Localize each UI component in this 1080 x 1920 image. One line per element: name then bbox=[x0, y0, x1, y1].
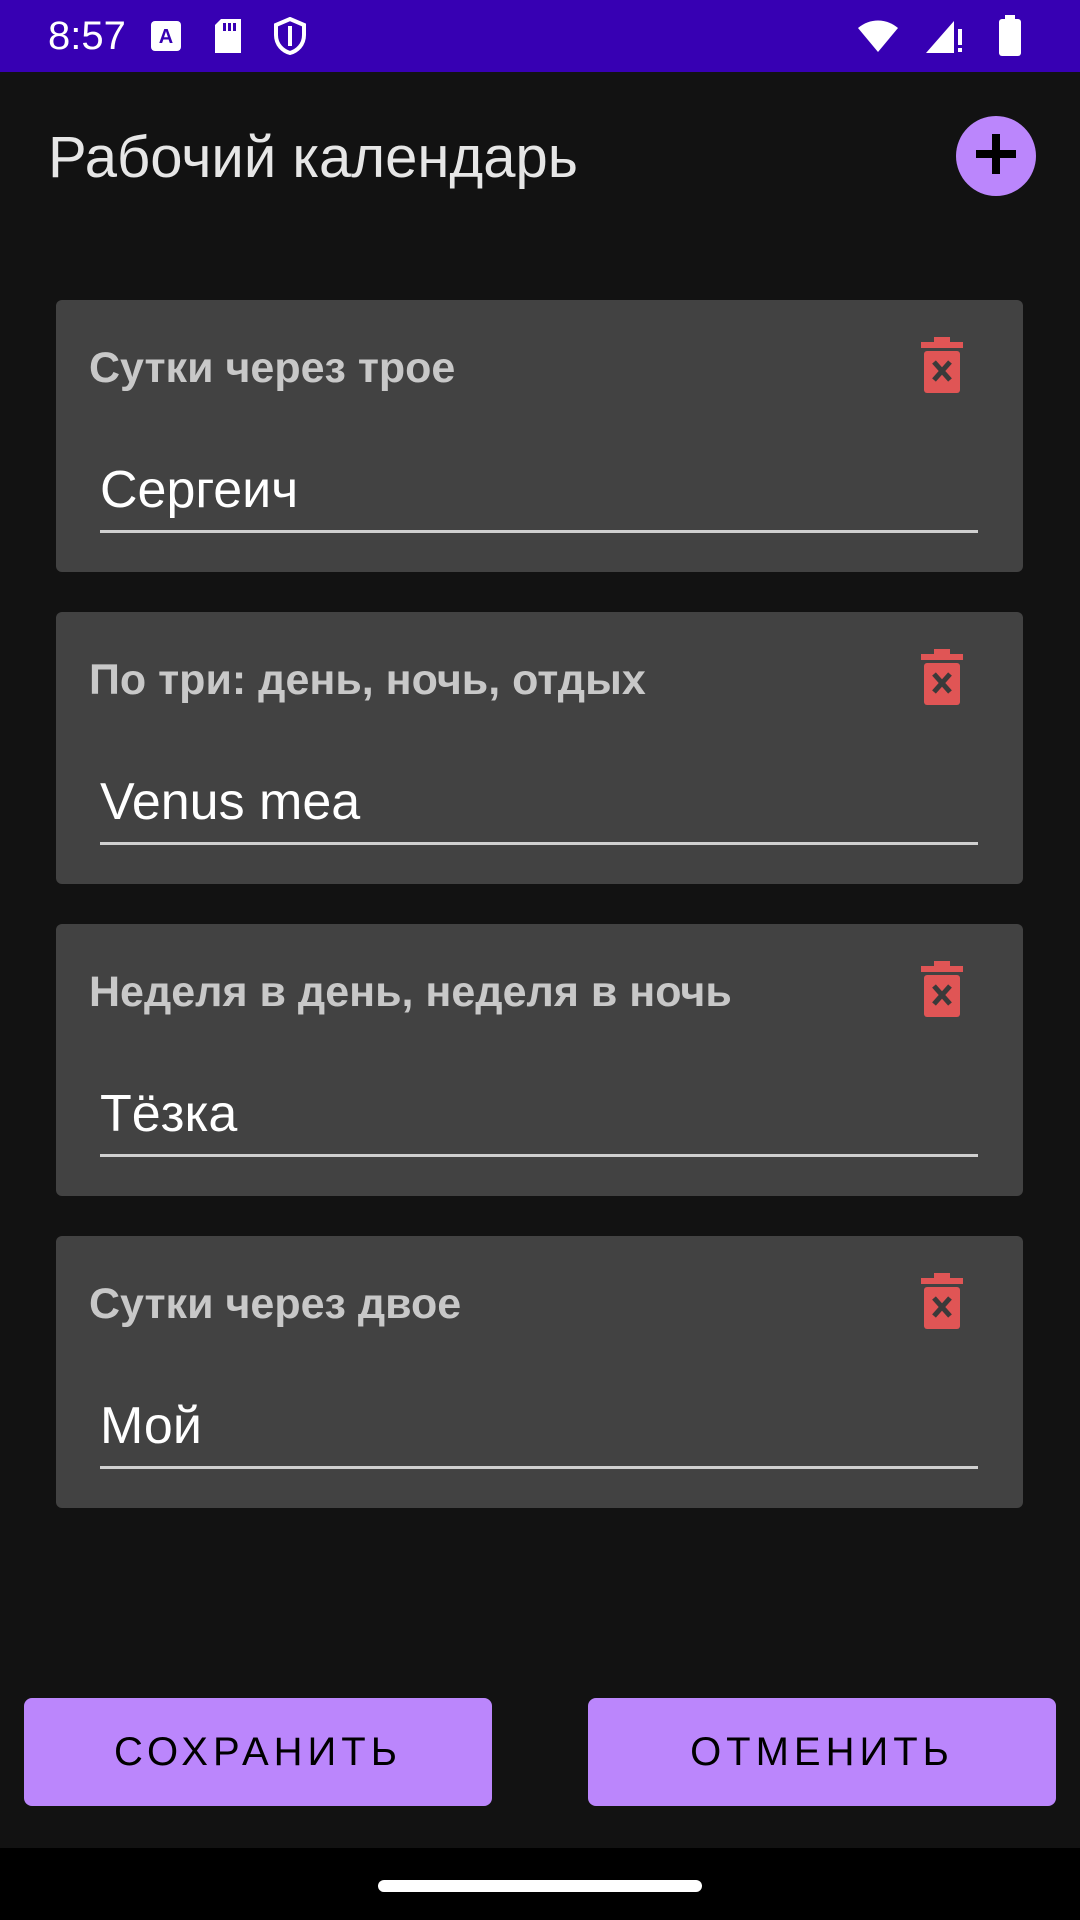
trash-icon bbox=[921, 648, 963, 710]
name-input[interactable]: Тёзка bbox=[100, 1076, 978, 1157]
card-title: Неделя в день, неделя в ночь bbox=[89, 968, 732, 1016]
name-input[interactable]: Сергеич bbox=[100, 452, 978, 533]
delete-button[interactable] bbox=[918, 336, 966, 398]
name-input-value: Venus mea bbox=[100, 773, 361, 831]
card-title: По три: день, ночь, отдых bbox=[89, 656, 646, 704]
status-time: 8:57 bbox=[48, 14, 126, 58]
battery-icon bbox=[988, 14, 1032, 58]
schedule-card: Неделя в день, неделя в ночь Тёзка bbox=[56, 924, 1023, 1196]
home-gesture-handle[interactable] bbox=[378, 1880, 702, 1892]
delete-button[interactable] bbox=[918, 960, 966, 1022]
a-keyboard-icon: A bbox=[144, 14, 188, 58]
delete-button[interactable] bbox=[918, 1272, 966, 1334]
name-input[interactable]: Мой bbox=[100, 1388, 978, 1469]
add-button[interactable] bbox=[956, 116, 1036, 196]
cancel-button[interactable]: ОТМЕНИТЬ bbox=[588, 1698, 1056, 1806]
trash-icon bbox=[921, 1272, 963, 1334]
svg-text:A: A bbox=[159, 26, 173, 48]
trash-icon bbox=[921, 336, 963, 398]
trash-icon bbox=[921, 960, 963, 1022]
sd-card-icon bbox=[206, 14, 250, 58]
save-button[interactable]: СОХРАНИТЬ bbox=[24, 1698, 492, 1806]
delete-button[interactable] bbox=[918, 648, 966, 710]
signal-icon bbox=[922, 14, 966, 58]
schedule-card: Сутки через двое Мой bbox=[56, 1236, 1023, 1508]
name-input-value: Тёзка bbox=[100, 1085, 238, 1143]
plus-icon bbox=[974, 132, 1018, 181]
card-title: Сутки через трое bbox=[89, 344, 456, 392]
name-input[interactable]: Venus mea bbox=[100, 764, 978, 845]
name-input-value: Сергеич bbox=[100, 461, 299, 519]
navigation-bar bbox=[0, 1848, 1080, 1920]
status-bar: 8:57 A bbox=[0, 0, 1080, 72]
shield-icon bbox=[268, 14, 312, 58]
card-title: Сутки через двое bbox=[89, 1280, 462, 1328]
schedule-card: По три: день, ночь, отдых Venus mea bbox=[56, 612, 1023, 884]
schedule-card: Сутки через трое Сергеич bbox=[56, 300, 1023, 572]
name-input-value: Мой bbox=[100, 1397, 202, 1455]
wifi-icon bbox=[856, 14, 900, 58]
page-title: Рабочий календарь bbox=[48, 125, 578, 190]
